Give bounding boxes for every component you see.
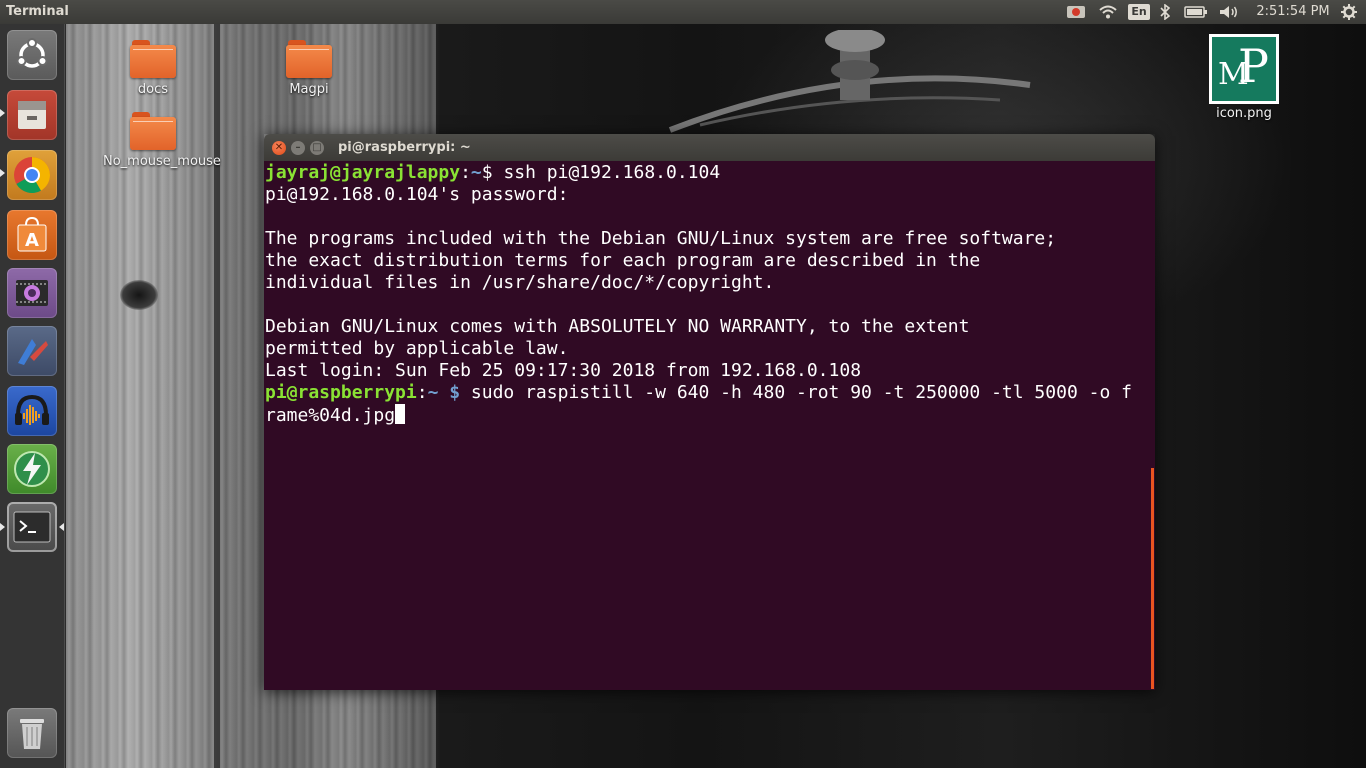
folder-icon xyxy=(130,112,176,150)
downloader-icon[interactable] xyxy=(7,444,57,494)
bluetooth-icon[interactable] xyxy=(1157,0,1173,24)
output-line: pi@192.168.0.104's password: xyxy=(265,184,569,205)
desktop-icon-label: No_mouse_mouse xyxy=(103,154,221,169)
terminal-body[interactable]: jayraj@jayrajlappy:~$ ssh pi@192.168.0.1… xyxy=(264,161,1155,690)
command-text: sudo raspistill -w 640 -h 480 -rot 90 -t… xyxy=(460,382,1132,403)
terminal-window[interactable]: ✕ – □ pi@raspberrypi: ~ jayraj@jayrajlap… xyxy=(264,134,1155,690)
maximize-icon[interactable]: □ xyxy=(310,141,324,155)
wallpaper-lamp xyxy=(668,30,1031,133)
app-icon[interactable] xyxy=(7,326,57,376)
volume-icon[interactable] xyxy=(1218,0,1240,24)
terminal-title: pi@raspberrypi: ~ xyxy=(338,140,471,155)
prompt-separator: : xyxy=(416,382,428,403)
files-icon[interactable] xyxy=(7,90,57,140)
svg-text:A: A xyxy=(25,230,39,251)
desktop-icon-label: docs xyxy=(137,82,169,97)
desktop-icon-label[interactable]: icon.png xyxy=(1194,106,1294,121)
desktop-icon-label: Magpi xyxy=(289,82,329,97)
folder-icon xyxy=(130,40,176,78)
focused-indicator xyxy=(59,523,64,531)
prompt-user: jayraj@jayrajlappy xyxy=(265,162,461,183)
wallpaper-wood-gap xyxy=(214,24,220,768)
running-indicator xyxy=(0,109,5,117)
software-center-icon[interactable]: A xyxy=(7,210,57,260)
image-file-icon[interactable]: M P xyxy=(1209,34,1279,104)
close-icon[interactable]: ✕ xyxy=(272,141,286,155)
top-panel: Terminal En 2:51:54 PM xyxy=(0,0,1366,24)
prompt-user: pi@raspberrypi xyxy=(265,382,417,403)
ubuntu-dash-icon[interactable] xyxy=(7,30,57,80)
desktop-folder-no-mouse-mouse[interactable]: No_mouse_mouse xyxy=(103,112,221,169)
keyboard-layout-indicator[interactable]: En xyxy=(1128,0,1150,24)
minimize-icon[interactable]: – xyxy=(291,141,305,155)
output-line: Debian GNU/Linux comes with ABSOLUTELY N… xyxy=(265,316,970,337)
prompt-separator: : xyxy=(460,162,471,183)
desktop-folder-docs[interactable]: docs xyxy=(103,40,203,97)
desktop-folder-magpi[interactable]: Magpi xyxy=(259,40,359,97)
terminal-output[interactable]: jayraj@jayrajlappy:~$ ssh pi@192.168.0.1… xyxy=(265,162,1132,427)
launcher: A xyxy=(0,24,65,768)
terminal-icon[interactable] xyxy=(7,502,57,552)
prompt-path: ~ xyxy=(470,162,482,183)
wallpaper-knot xyxy=(120,280,158,310)
chrome-icon[interactable] xyxy=(7,150,57,200)
output-line: Last login: Sun Feb 25 09:17:30 2018 fro… xyxy=(265,360,862,381)
clock[interactable]: 2:51:54 PM xyxy=(1256,0,1330,24)
battery-icon[interactable] xyxy=(1183,0,1209,24)
terminal-scrollbar[interactable] xyxy=(1151,468,1154,689)
running-indicator xyxy=(0,523,5,531)
output-line: The programs included with the Debian GN… xyxy=(265,228,1057,249)
record-indicator-icon[interactable] xyxy=(1066,0,1086,24)
output-line: individual files in /usr/share/doc/*/cop… xyxy=(265,272,775,293)
running-indicator xyxy=(0,169,5,177)
text-cursor xyxy=(395,404,406,424)
trash-icon[interactable] xyxy=(7,708,57,758)
mp-letter-p: P xyxy=(1238,39,1269,93)
command-text: rame%04d.jpg xyxy=(265,405,396,426)
output-line: the exact distribution terms for each pr… xyxy=(265,250,981,271)
command-text: $ ssh pi@192.168.0.104 xyxy=(481,162,721,183)
active-app-title: Terminal xyxy=(6,4,69,19)
folder-icon xyxy=(286,40,332,78)
prompt-path: ~ $ xyxy=(427,382,461,403)
keyboard-layout-label: En xyxy=(1128,4,1150,20)
wifi-icon[interactable] xyxy=(1097,0,1119,24)
video-editor-icon[interactable] xyxy=(7,268,57,318)
audacity-icon[interactable] xyxy=(7,386,57,436)
output-line: permitted by applicable law. xyxy=(265,338,569,359)
terminal-titlebar[interactable]: ✕ – □ pi@raspberrypi: ~ xyxy=(264,134,1155,161)
gear-icon[interactable] xyxy=(1338,0,1360,24)
